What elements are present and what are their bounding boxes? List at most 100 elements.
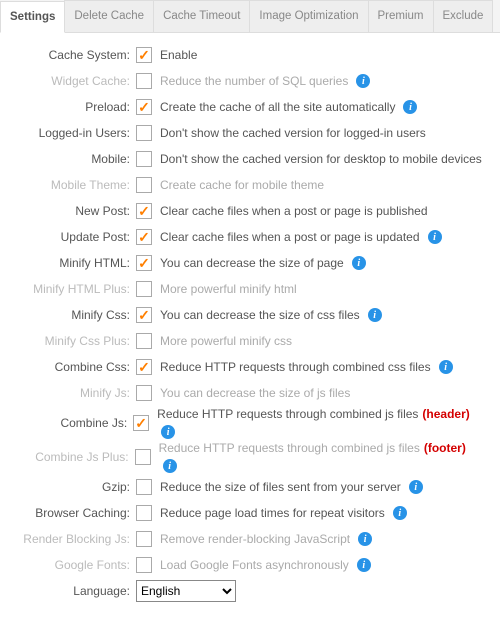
checkbox[interactable] (136, 203, 152, 219)
checkbox[interactable] (136, 281, 152, 297)
setting-label: Mobile: (8, 152, 136, 166)
setting-desc: Reduce the size of files sent from your … (160, 480, 423, 494)
setting-row: Google Fonts: Load Google Fonts asynchron… (8, 553, 484, 577)
setting-row: Minify Js: You can decrease the size of j… (8, 381, 484, 405)
checkbox[interactable] (135, 449, 151, 465)
language-row: Language:English (8, 579, 484, 603)
checkbox[interactable] (133, 415, 149, 431)
setting-desc: More powerful minify html (160, 282, 297, 296)
checkbox[interactable] (136, 177, 152, 193)
checkbox[interactable] (136, 531, 152, 547)
tab-cache-timeout[interactable]: Cache Timeout (153, 0, 250, 32)
setting-desc: Load Google Fonts asynchronouslyi (160, 558, 371, 572)
setting-label: Minify HTML: (8, 256, 136, 270)
setting-desc: Clear cache files when a post or page is… (160, 230, 442, 244)
checkbox[interactable] (136, 229, 152, 245)
checkbox[interactable] (136, 479, 152, 495)
setting-desc: You can decrease the size of js files (160, 386, 350, 400)
setting-row: Minify Css Plus: More powerful minify css (8, 329, 484, 353)
setting-desc: More powerful minify css (160, 334, 292, 348)
setting-row: Browser Caching: Reduce page load times f… (8, 501, 484, 525)
setting-row: Preload: Create the cache of all the site… (8, 95, 484, 119)
info-icon[interactable]: i (439, 360, 453, 374)
setting-label: Render Blocking Js: (8, 532, 136, 546)
info-icon[interactable]: i (393, 506, 407, 520)
info-icon[interactable]: i (358, 532, 372, 546)
setting-label: Combine Js Plus: (8, 450, 135, 464)
setting-desc: Don't show the cached version for logged… (160, 126, 426, 140)
info-icon[interactable]: i (428, 230, 442, 244)
language-label: Language: (8, 584, 136, 598)
setting-label: New Post: (8, 204, 136, 218)
setting-row: Minify Css:You can decrease the size of … (8, 303, 484, 327)
setting-desc: Reduce HTTP requests through combined cs… (160, 360, 453, 374)
setting-label: Google Fonts: (8, 558, 136, 572)
info-icon[interactable]: i (352, 256, 366, 270)
setting-label: Gzip: (8, 480, 136, 494)
setting-label: Minify Css Plus: (8, 334, 136, 348)
setting-desc: Reduce HTTP requests through combined js… (159, 441, 484, 473)
setting-label: Cache System: (8, 48, 136, 62)
checkbox[interactable] (136, 359, 152, 375)
info-icon[interactable]: i (161, 425, 175, 439)
setting-row: Combine Js: Reduce HTTP requests through … (8, 407, 484, 439)
setting-label: Combine Css: (8, 360, 136, 374)
setting-desc: Enable (160, 48, 197, 62)
checkbox[interactable] (136, 385, 152, 401)
checkbox[interactable] (136, 557, 152, 573)
language-select[interactable]: English (136, 580, 236, 602)
checkbox[interactable] (136, 333, 152, 349)
info-icon[interactable]: i (409, 480, 423, 494)
setting-row: Mobile: Don't show the cached version for… (8, 147, 484, 171)
setting-label: Minify Js: (8, 386, 136, 400)
setting-row: Render Blocking Js: Remove render-blockin… (8, 527, 484, 551)
setting-desc: Reduce page load times for repeat visito… (160, 506, 407, 520)
settings-panel: Cache System: Enable Widget Cache:Reduce t… (0, 33, 500, 625)
checkbox[interactable] (136, 505, 152, 521)
checkbox[interactable] (136, 151, 152, 167)
setting-row: Update Post: Clear cache files when a pos… (8, 225, 484, 249)
setting-desc: Don't show the cached version for deskto… (160, 152, 482, 166)
checkbox[interactable] (136, 255, 152, 271)
setting-desc: Reduce HTTP requests through combined js… (157, 407, 484, 439)
setting-desc: You can decrease the size of pagei (160, 256, 366, 270)
checkbox[interactable] (136, 73, 152, 89)
setting-label: Update Post: (8, 230, 136, 244)
setting-label: Minify HTML Plus: (8, 282, 136, 296)
setting-label: Combine Js: (8, 416, 133, 430)
checkbox[interactable] (136, 307, 152, 323)
extra-note: (footer) (424, 441, 466, 455)
setting-row: Cache System: Enable (8, 43, 484, 67)
tab-image-optimization[interactable]: Image Optimization (249, 0, 368, 32)
setting-desc: Create cache for mobile theme (160, 178, 324, 192)
setting-desc: Reduce the number of SQL queriesi (160, 74, 370, 88)
tab-exclude[interactable]: Exclude (433, 0, 494, 32)
info-icon[interactable]: i (163, 459, 177, 473)
tab-delete-cache[interactable]: Delete Cache (64, 0, 154, 32)
setting-row: Mobile Theme:Create cache for mobile the… (8, 173, 484, 197)
tab-bar: SettingsDelete CacheCache TimeoutImage O… (0, 0, 500, 33)
setting-desc: Clear cache files when a post or page is… (160, 204, 428, 218)
checkbox[interactable] (136, 125, 152, 141)
checkbox[interactable] (136, 99, 152, 115)
setting-row: Logged-in Users: Don't show the cached ve… (8, 121, 484, 145)
setting-row: Gzip: Reduce the size of files sent from … (8, 475, 484, 499)
setting-desc: Remove render-blocking JavaScripti (160, 532, 372, 546)
setting-desc: Create the cache of all the site automat… (160, 100, 417, 114)
info-icon[interactable]: i (357, 558, 371, 572)
info-icon[interactable]: i (403, 100, 417, 114)
setting-label: Minify Css: (8, 308, 136, 322)
setting-label: Preload: (8, 100, 136, 114)
tab-premium[interactable]: Premium (368, 0, 434, 32)
info-icon[interactable]: i (356, 74, 370, 88)
setting-label: Browser Caching: (8, 506, 136, 520)
checkbox[interactable] (136, 47, 152, 63)
setting-row: Combine Js Plus: Reduce HTTP requests thr… (8, 441, 484, 473)
setting-row: Widget Cache:Reduce the number of SQL qu… (8, 69, 484, 93)
setting-label: Logged-in Users: (8, 126, 136, 140)
tab-settings[interactable]: Settings (0, 1, 65, 33)
setting-row: Minify HTML: You can decrease the size of… (8, 251, 484, 275)
info-icon[interactable]: i (368, 308, 382, 322)
setting-row: Minify HTML Plus: More powerful minify ht… (8, 277, 484, 301)
setting-row: Combine Css: Reduce HTTP requests through… (8, 355, 484, 379)
